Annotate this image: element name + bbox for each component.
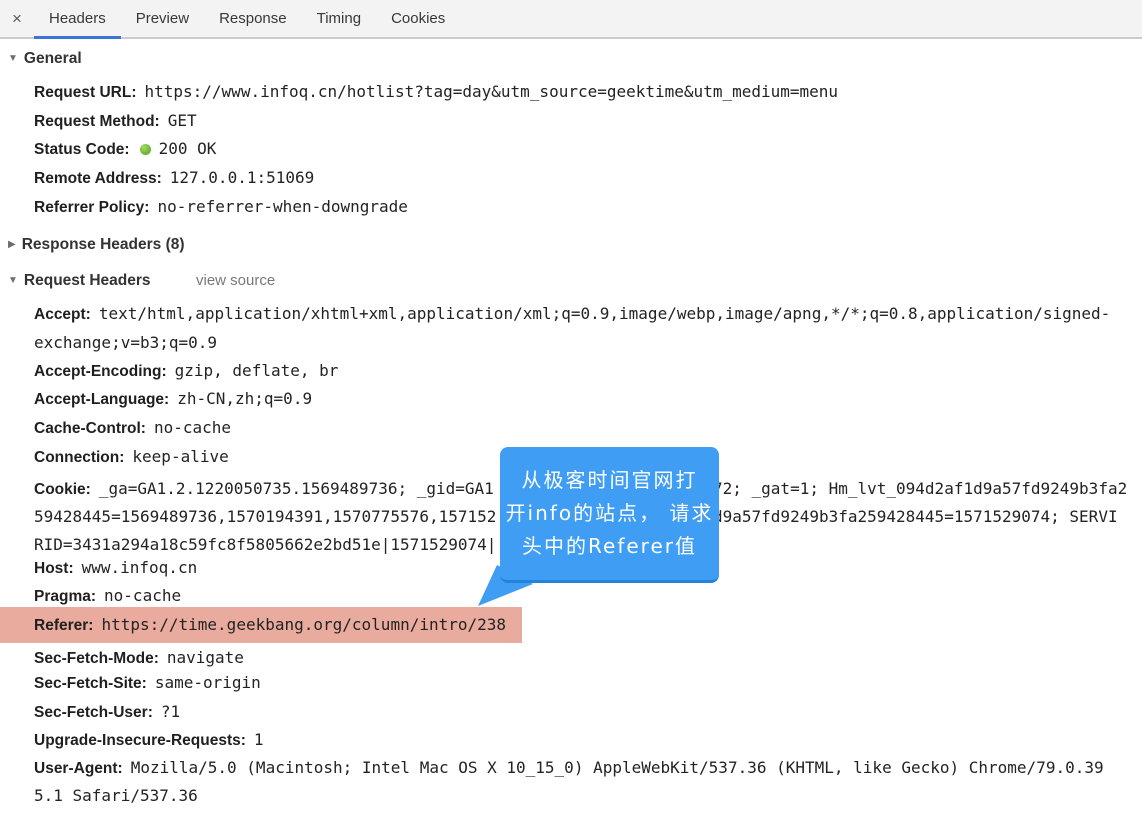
- general-row-remote-address: Remote Address: 127.0.0.1:51069: [34, 168, 1142, 189]
- header-name: Accept:: [34, 306, 91, 323]
- header-value: zh-CN,zh;q=0.9: [177, 389, 313, 408]
- annotation-callout: 从极客时间官网打 开info的站点， 请求 头中的Referer值: [500, 447, 719, 583]
- tab-preview[interactable]: Preview: [121, 0, 204, 37]
- general-row-status-code: Status Code: 200 OK: [34, 139, 1142, 160]
- triangle-right-icon: ▶: [8, 239, 16, 250]
- header-value: 1: [253, 730, 264, 749]
- header-line-accept-wrap: exchange;v=b3;q=0.9: [34, 333, 1142, 353]
- section-general[interactable]: ▼ General: [8, 50, 82, 68]
- header-name: Referer:: [34, 617, 94, 634]
- header-line-upgrade-insecure-requests: Upgrade-Insecure-Requests: 1: [34, 730, 1142, 751]
- header-line-cache-control: Cache-Control: no-cache: [34, 418, 1142, 439]
- tab-timing[interactable]: Timing: [302, 0, 376, 37]
- header-name: Request Method:: [34, 113, 160, 130]
- header-value: 200 OK: [158, 139, 217, 158]
- header-value: ?1: [160, 702, 181, 721]
- section-response-headers-title: Response Headers (8): [21, 236, 185, 253]
- header-name: Cache-Control:: [34, 420, 146, 437]
- header-name: Pragma:: [34, 588, 97, 605]
- view-source-link[interactable]: view source: [196, 272, 275, 289]
- header-value: GET: [167, 111, 197, 130]
- header-value: www.infoq.cn: [81, 558, 198, 577]
- header-line-user-agent-wrap: 5.1 Safari/537.36: [34, 786, 1142, 806]
- header-name: Sec-Fetch-User:: [34, 704, 153, 721]
- header-name: Connection:: [34, 449, 125, 466]
- header-name: Referrer Policy:: [34, 199, 150, 216]
- header-name: Upgrade-Insecure-Requests:: [34, 732, 246, 749]
- header-value: https://time.geekbang.org/column/intro/2…: [101, 615, 507, 634]
- header-line-sec-fetch-mode: Sec-Fetch-Mode: navigate: [34, 648, 1142, 669]
- header-value-right: d9a57fd9249b3fa259428445=1571529074; SER…: [713, 507, 1118, 526]
- header-value: no-cache: [153, 418, 232, 437]
- callout-line: 开info的站点， 请求: [505, 501, 714, 525]
- tab-headers[interactable]: Headers: [34, 0, 121, 39]
- section-request-headers-title: Request Headers: [23, 272, 151, 289]
- header-line-user-agent: User-Agent: Mozilla/5.0 (Macintosh; Intel…: [34, 758, 1142, 779]
- header-name: Accept-Language:: [34, 391, 170, 408]
- header-line-referer: Referer: https://time.geekbang.org/column…: [34, 615, 1142, 636]
- tab-response[interactable]: Response: [204, 0, 302, 37]
- header-name: User-Agent:: [34, 760, 123, 777]
- triangle-down-icon: ▼: [8, 53, 18, 64]
- header-value: 5.1 Safari/537.36: [34, 786, 198, 805]
- status-green-dot-icon: [139, 144, 151, 155]
- header-line-sec-fetch-site: Sec-Fetch-Site: same-origin: [34, 673, 1142, 694]
- header-name: Sec-Fetch-Mode:: [34, 650, 159, 667]
- header-value-right: 72; _gat=1; Hm_lvt_094d2af1d9a57fd9249b3…: [713, 479, 1128, 498]
- callout-line: 从极客时间官网打: [521, 468, 698, 492]
- header-value: no-cache: [104, 586, 182, 605]
- header-name: Remote Address:: [34, 170, 162, 187]
- network-detail-tabbar: × Headers Preview Response Timing Cookie…: [0, 0, 1142, 39]
- general-row-request-method: Request Method: GET: [34, 111, 1142, 132]
- header-name: Request URL:: [34, 84, 137, 101]
- header-line-accept-encoding: Accept-Encoding: gzip, deflate, br: [34, 361, 1142, 382]
- header-name: Sec-Fetch-Site:: [34, 675, 147, 692]
- header-value: no-referrer-when-downgrade: [157, 197, 408, 216]
- header-line-accept: Accept: text/html,application/xhtml+xml,a…: [34, 304, 1142, 325]
- general-row-referrer-policy: Referrer Policy: no-referrer-when-downgra…: [34, 197, 1142, 218]
- header-value-left: 59428445=1569489736,1570194391,157077557…: [34, 507, 497, 526]
- header-value: same-origin: [154, 673, 261, 692]
- header-value: https://www.infoq.cn/hotlist?tag=day&utm…: [144, 82, 839, 101]
- section-request-headers[interactable]: ▼ Request Headers: [8, 272, 151, 290]
- section-general-title: General: [23, 50, 82, 67]
- tab-cookies[interactable]: Cookies: [376, 0, 460, 37]
- header-value: navigate: [166, 648, 244, 667]
- header-value-left: _ga=GA1.2.1220050735.1569489736; _gid=GA…: [98, 479, 494, 498]
- header-name: Status Code:: [34, 141, 130, 158]
- section-response-headers[interactable]: ▶ Response Headers (8): [8, 236, 185, 254]
- header-value: keep-alive: [132, 447, 229, 466]
- header-line-accept-language: Accept-Language: zh-CN,zh;q=0.9: [34, 389, 1142, 410]
- header-name: Cookie:: [34, 481, 91, 498]
- callout-line: 头中的Referer值: [522, 534, 697, 558]
- close-icon[interactable]: ×: [0, 0, 34, 37]
- header-line-pragma: Pragma: no-cache: [34, 586, 1142, 607]
- header-value: exchange;v=b3;q=0.9: [34, 333, 218, 352]
- triangle-down-icon: ▼: [8, 275, 18, 286]
- header-value: text/html,application/xhtml+xml,applicat…: [98, 304, 1111, 323]
- header-value: gzip, deflate, br: [174, 361, 339, 380]
- header-value-left: RID=3431a294a18c59fc8f5805662e2bd51e|157…: [34, 535, 497, 554]
- header-name: Accept-Encoding:: [34, 363, 167, 380]
- header-value: Mozilla/5.0 (Macintosh; Intel Mac OS X 1…: [130, 758, 1104, 777]
- header-name: Host:: [34, 560, 74, 577]
- header-value: 127.0.0.1:51069: [169, 168, 315, 187]
- general-row-request-url: Request URL: https://www.infoq.cn/hotlist…: [34, 82, 1142, 103]
- header-line-sec-fetch-user: Sec-Fetch-User: ?1: [34, 702, 1142, 723]
